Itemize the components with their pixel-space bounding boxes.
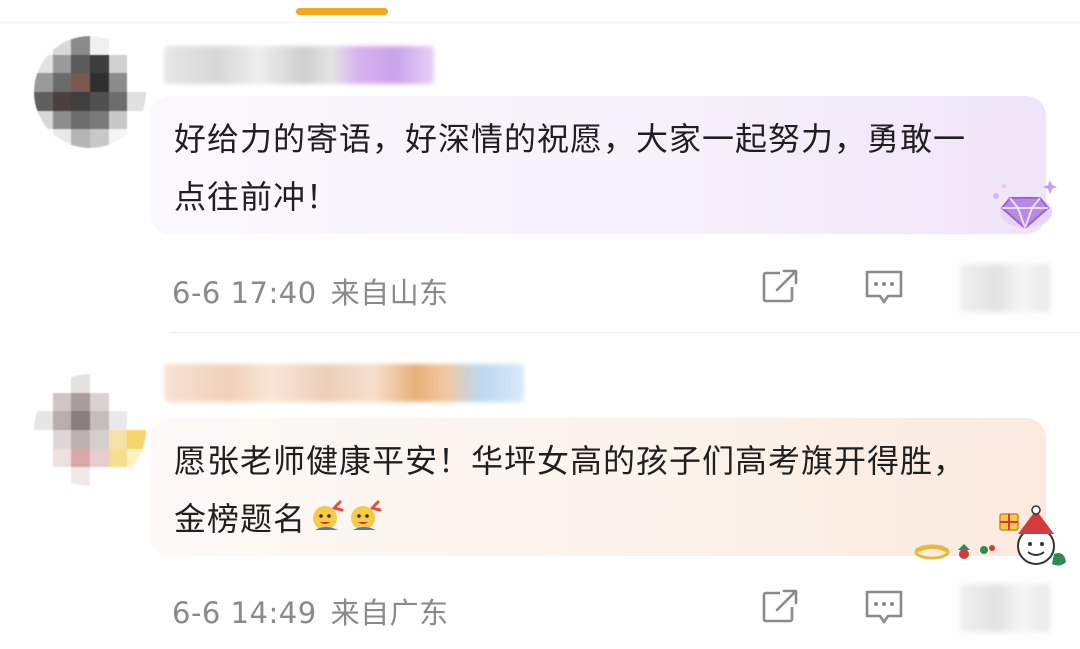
comment-meta: 6-6 14:49 来自广东 — [172, 590, 449, 632]
comment-time: 6-6 17:40 — [172, 276, 317, 310]
comment-item: 好给力的寄语，好深情的祝愿，大家一起努力，勇敢一点往前冲！ 6-6 17:40 来… — [0, 24, 1080, 333]
avatar[interactable] — [34, 36, 146, 148]
avatar[interactable] — [34, 374, 146, 486]
comment-item: 愿张老师健康平安！华坪女高的孩子们高考旗开得胜，金榜题名 6-6 14:49 来… — [0, 334, 1080, 649]
comment-text-content: 愿张老师健康平安！华坪女高的孩子们高考旗开得胜，金榜题名 — [174, 442, 967, 538]
share-icon[interactable] — [760, 587, 800, 627]
diamond-badge-icon — [993, 180, 1057, 232]
comment-text: 好给力的寄语，好深情的祝愿，大家一起努力，勇敢一点往前冲！ — [174, 120, 967, 216]
comment-text: 愿张老师健康平安！华坪女高的孩子们高考旗开得胜，金榜题名 — [174, 432, 974, 548]
reply-icon[interactable] — [864, 587, 904, 627]
reply-icon[interactable] — [864, 267, 904, 307]
comment-location: 来自广东 — [330, 596, 449, 630]
comment-list: 好给力的寄语，好深情的祝愿，大家一起努力，勇敢一点往前冲！ 6-6 17:40 来… — [0, 0, 1080, 649]
like-button[interactable] — [960, 584, 1050, 632]
top-divider — [0, 22, 1080, 23]
username[interactable] — [164, 46, 434, 84]
share-icon[interactable] — [760, 267, 800, 307]
scroll-indicator — [296, 8, 388, 15]
comment-time: 6-6 14:49 — [172, 596, 317, 630]
comment-meta: 6-6 17:40 来自山东 — [172, 270, 449, 312]
comment-bubble: 好给力的寄语，好深情的祝愿，大家一起努力，勇敢一点往前冲！ — [150, 96, 1046, 234]
snowman-gift-badge-icon — [914, 505, 1066, 566]
cheer-emoji-icon — [351, 500, 382, 530]
like-button[interactable] — [960, 264, 1050, 312]
username[interactable] — [164, 364, 524, 402]
comment-divider — [170, 332, 1080, 333]
cheer-emoji-icon — [313, 500, 344, 530]
comment-location: 来自山东 — [330, 276, 449, 310]
